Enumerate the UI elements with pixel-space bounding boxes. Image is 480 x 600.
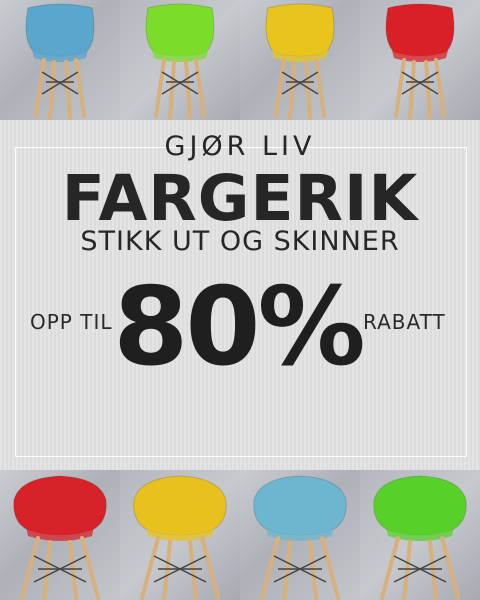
- side-chair-image: [25, 3, 95, 120]
- yellow-arm-chair-tile: [120, 470, 240, 600]
- chair-photo-row-bottom: [0, 470, 480, 600]
- blue-side-chair-tile: [0, 0, 120, 120]
- discount-value: 80%: [113, 265, 366, 390]
- blue-arm-chair-tile: [240, 470, 360, 600]
- promo-banner[interactable]: GJØR LIV FARGERIK STIKK UT OG SKINNER OP…: [0, 0, 480, 600]
- red-arm-chair-tile: [0, 470, 120, 600]
- discount-prefix: OPP TIL: [30, 310, 113, 334]
- side-chair-image: [385, 3, 455, 120]
- chair-photo-row-top: [0, 0, 480, 120]
- arm-chair-image: [373, 475, 467, 600]
- arm-chair-image: [253, 475, 347, 600]
- subheadline: STIKK UT OG SKINNER: [80, 226, 400, 257]
- yellow-side-chair-tile: [240, 0, 360, 120]
- arm-chair-image: [133, 475, 227, 600]
- green-side-chair-tile: [120, 0, 240, 120]
- side-chair-image: [265, 3, 335, 120]
- eyebrow-text: GJØR LIV: [164, 131, 316, 162]
- arm-chair-image: [13, 475, 107, 600]
- green-arm-chair-tile: [360, 470, 480, 600]
- side-chair-image: [145, 3, 215, 120]
- discount-suffix: RABATT: [363, 310, 446, 334]
- red-side-chair-tile: [360, 0, 480, 120]
